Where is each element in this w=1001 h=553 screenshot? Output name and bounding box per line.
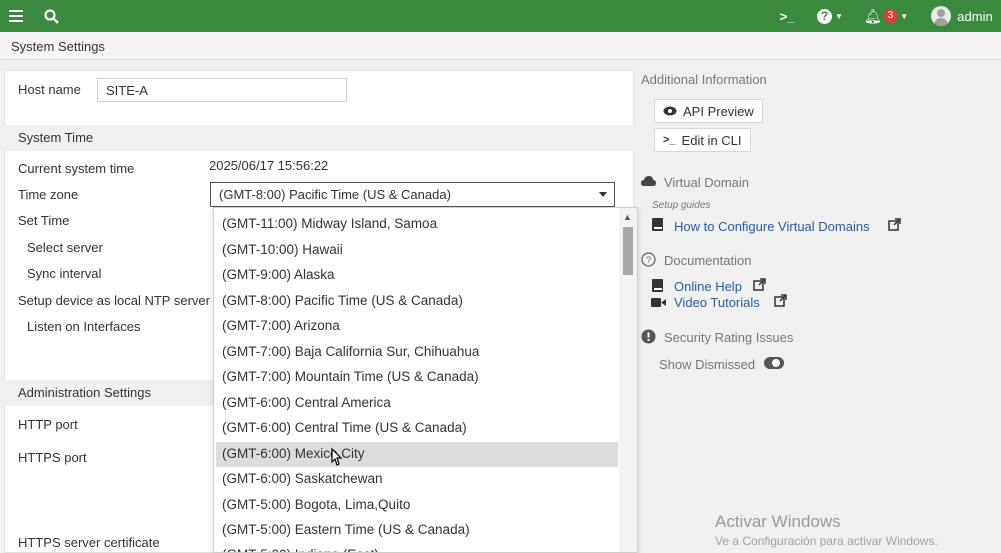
- section-title: System Time: [18, 130, 94, 145]
- online-help-link[interactable]: Online Help: [674, 279, 742, 294]
- external-link-icon: [753, 278, 766, 294]
- username: admin: [957, 8, 993, 24]
- documentation-heading: Documentation: [664, 253, 752, 268]
- virtual-domain-heading: Virtual Domain: [664, 175, 750, 190]
- current-time-label: Current system time: [18, 161, 135, 176]
- top-navigation-bar: >_ ? ▼ 🔔︎ 3 ▼ admin: [0, 0, 1001, 32]
- https-port-label: HTTPS port: [18, 450, 87, 465]
- chevron-up-icon[interactable]: ▲: [623, 212, 632, 222]
- bell-icon: 🔔︎: [863, 7, 882, 24]
- chevron-down-icon: [599, 192, 607, 197]
- user-menu[interactable]: admin: [928, 0, 996, 32]
- host-name-label: Host name: [18, 82, 81, 97]
- dropdown-option[interactable]: (GMT-10:00) Hawaii: [216, 238, 618, 263]
- api-preview-label: API Preview: [683, 103, 754, 119]
- dropdown-option[interactable]: (GMT-5:00) Indiana (East): [216, 543, 618, 552]
- http-port-label: HTTP port: [18, 417, 78, 432]
- dropdown-option[interactable]: (GMT-5:00) Bogota, Lima,Quito: [216, 493, 618, 518]
- api-preview-button[interactable]: API Preview: [654, 99, 763, 123]
- current-time-value: 2025/06/17 15:56:22: [209, 158, 329, 173]
- external-link-icon: [888, 218, 901, 234]
- system-time-section: System Time: [4, 125, 634, 151]
- dropdown-option[interactable]: (GMT-9:00) Alaska: [216, 263, 618, 288]
- eye-icon: [663, 106, 677, 116]
- video-tutorials-link[interactable]: Video Tutorials: [674, 295, 760, 310]
- avatar: [931, 6, 952, 26]
- dropdown-option[interactable]: (GMT-6:00) Central America: [216, 391, 618, 416]
- dropdown-option[interactable]: (GMT-6:00) Saskatchewan: [216, 467, 618, 492]
- search-icon[interactable]: [41, 0, 61, 32]
- dropdown-option[interactable]: (GMT-8:00) Pacific Time (US & Canada): [216, 289, 618, 314]
- show-dismissed-label: Show Dismissed: [659, 357, 756, 372]
- edit-in-cli-label: Edit in CLI: [681, 132, 742, 148]
- terminal-icon[interactable]: >_: [776, 0, 798, 32]
- notifications-menu[interactable]: 🔔︎ 3 ▼: [862, 0, 910, 32]
- dropdown-option-highlighted[interactable]: (GMT-6:00) Mexico City: [216, 442, 618, 467]
- hamburger-icon[interactable]: [6, 0, 26, 32]
- help-menu[interactable]: ? ▼: [814, 0, 846, 32]
- ntp-server-label: Setup device as local NTP server: [18, 293, 210, 308]
- select-server-label: Select server: [27, 240, 103, 255]
- show-dismissed-toggle[interactable]: [764, 357, 784, 369]
- question-icon: ?: [817, 8, 833, 24]
- listen-interfaces-label: Listen on Interfaces: [27, 319, 141, 334]
- external-link-icon: [774, 294, 787, 310]
- set-time-label: Set Time: [18, 213, 70, 228]
- time-zone-dropdown[interactable]: (GMT-11:00) Midway Island, Samoa (GMT-10…: [213, 207, 638, 553]
- dropdown-option[interactable]: (GMT-7:00) Mountain Time (US & Canada): [216, 365, 618, 390]
- dropdown-option[interactable]: (GMT-5:00) Eastern Time (US & Canada): [216, 518, 618, 543]
- activation-watermark-title: Activar Windows: [715, 512, 841, 531]
- book-icon: [652, 279, 663, 295]
- sync-interval-label: Sync interval: [27, 266, 102, 281]
- dropdown-option[interactable]: (GMT-11:00) Midway Island, Samoa: [216, 212, 618, 237]
- dropdown-option[interactable]: (GMT-7:00) Baja California Sur, Chihuahu…: [216, 340, 618, 365]
- cloud-icon: [641, 175, 656, 190]
- additional-info-heading: Additional Information: [641, 72, 767, 87]
- question-circle-icon: ?: [641, 252, 656, 270]
- activation-watermark-text: Ve a Configuración para activar Windows.: [715, 534, 938, 548]
- time-zone-label: Time zone: [18, 187, 79, 202]
- security-rating-heading: Security Rating Issues: [664, 330, 794, 345]
- edit-in-cli-button[interactable]: >_ Edit in CLI: [654, 128, 751, 152]
- svg-text:?: ?: [646, 255, 651, 265]
- host-name-input[interactable]: [97, 78, 347, 102]
- vdom-guide-link[interactable]: How to Configure Virtual Domains: [674, 219, 870, 234]
- page-title: System Settings: [11, 39, 105, 54]
- time-zone-select[interactable]: (GMT-8:00) Pacific Time (US & Canada): [210, 182, 615, 207]
- https-certificate-label: HTTPS server certificate: [18, 535, 160, 550]
- terminal-icon: >_: [663, 134, 676, 146]
- mouse-cursor-icon: [331, 447, 343, 466]
- setup-guides-label: Setup guides: [652, 200, 711, 211]
- book-icon: [652, 218, 663, 234]
- dropdown-option[interactable]: (GMT-6:00) Central Time (US & Canada): [216, 416, 618, 441]
- dropdown-scrollbar[interactable]: ▲: [619, 208, 637, 552]
- scrollbar-thumb[interactable]: [623, 227, 633, 275]
- dropdown-option[interactable]: (GMT-7:00) Arizona: [216, 314, 618, 339]
- time-zone-selected: (GMT-8:00) Pacific Time (US & Canada): [219, 187, 451, 202]
- breadcrumb: System Settings: [0, 32, 1001, 60]
- video-camera-icon: [651, 296, 666, 311]
- section-title: Administration Settings: [18, 385, 151, 400]
- alert-circle-icon: [641, 329, 656, 347]
- notification-badge: 3: [883, 9, 898, 23]
